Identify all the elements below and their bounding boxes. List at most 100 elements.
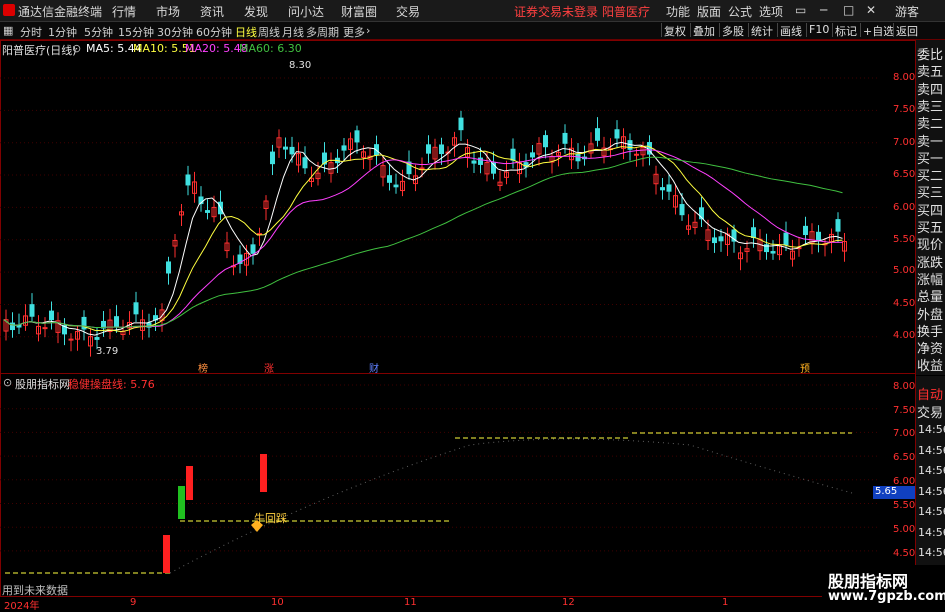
maximize-button[interactable]: □	[843, 3, 854, 17]
menu-item-quotes[interactable]: 行情	[112, 3, 136, 20]
period-more[interactable]: 更多	[343, 24, 365, 40]
menu-item-formula[interactable]: 公式	[728, 3, 752, 20]
candle-body	[562, 132, 568, 144]
quote-field-label: 外盘	[917, 303, 945, 323]
tool-multi-stock[interactable]: 多股	[719, 23, 746, 38]
candle-body	[510, 148, 516, 161]
tool-stats[interactable]: 统计	[748, 23, 775, 38]
tick-time: 14:56	[918, 464, 945, 477]
candle-body	[354, 130, 360, 143]
trade-label[interactable]: 交易	[917, 402, 945, 421]
quote-field-label: 收益	[917, 355, 945, 375]
tick-time: 14:56	[918, 505, 945, 518]
candle-body	[185, 174, 191, 186]
tick-time: 14:56	[918, 443, 945, 457]
menu-item-wealth[interactable]: 财富圈	[341, 3, 377, 20]
x-axis	[0, 596, 915, 610]
period-60min[interactable]: 60分钟	[196, 24, 232, 40]
quote-field-label: 涨幅	[917, 268, 945, 288]
menu-item-layout[interactable]: 版面	[697, 3, 721, 20]
candle-body	[426, 144, 431, 154]
candle-body	[543, 135, 548, 148]
candle-body	[471, 160, 477, 164]
x-tick: 9	[130, 597, 137, 608]
minimize-icon[interactable]: ▭	[795, 3, 806, 17]
tick-time: 14:56	[918, 484, 945, 498]
collapse-icon[interactable]: ⊙	[3, 376, 12, 389]
chevron-right-icon[interactable]: ›	[366, 24, 370, 37]
ma60-label: MA60: 6.30	[239, 42, 302, 55]
period-intraday[interactable]: 分时	[20, 24, 42, 40]
app-title: 通达信金融终端	[18, 5, 103, 19]
quote-field-label: 买二	[917, 165, 945, 185]
menu-item-options[interactable]: 选项	[759, 3, 783, 20]
quote-field-label: 现价	[917, 234, 945, 254]
y-tick: 7.50	[893, 104, 916, 115]
menu-item-discover[interactable]: 发现	[244, 3, 268, 20]
quote-field-label: 卖二	[917, 113, 945, 133]
menu-item-ask[interactable]: 问小达	[288, 3, 324, 20]
y-tick: 7.00	[893, 428, 916, 439]
indicator-chart[interactable]	[0, 373, 915, 596]
x-tick: 11	[404, 597, 417, 608]
x-tick: 2024年	[4, 601, 40, 612]
candle-body	[270, 151, 275, 165]
close-button[interactable]: ✕	[866, 3, 876, 17]
menu-bar: 通达信金融终端 行情 市场 资讯 发现 问小达 财富圈 交易 证券交易未登录 阳…	[0, 0, 945, 22]
chart-title: 阳普医疗(日线)	[2, 44, 77, 57]
tool-draw[interactable]: 画线	[777, 23, 804, 38]
quote-field-label: 换手	[917, 320, 945, 340]
menu-item-news[interactable]: 资讯	[200, 3, 224, 20]
collapse-icon[interactable]: ⊙	[72, 42, 81, 55]
period-5min[interactable]: 5分钟	[84, 24, 113, 40]
candle-body	[29, 304, 35, 317]
tool-back[interactable]: 返回	[893, 23, 920, 38]
candlestick-chart[interactable]	[0, 40, 915, 373]
candle-body	[387, 175, 392, 183]
quote-field-label: 卖五	[917, 61, 945, 81]
tool-mark[interactable]: 标记	[832, 23, 859, 38]
candle-body	[660, 187, 665, 191]
candle-body	[283, 146, 288, 150]
quote-field-label: 卖四	[917, 78, 945, 98]
auto-trade-label[interactable]: 自动	[917, 384, 945, 403]
candle-body	[250, 244, 256, 254]
period-30min[interactable]: 30分钟	[157, 24, 193, 40]
candle-body	[666, 184, 672, 192]
tool-adjust[interactable]: 复权	[661, 23, 688, 38]
menu-item-trade[interactable]: 交易	[396, 3, 420, 20]
guest-label[interactable]: 游客	[895, 3, 919, 20]
toolbar-icon[interactable]: ▦	[3, 24, 13, 37]
tool-overlay[interactable]: 叠加	[690, 23, 717, 38]
y-tick: 6.50	[893, 169, 916, 180]
candle-body	[835, 219, 841, 232]
period-15min[interactable]: 15分钟	[118, 24, 154, 40]
tool-f10[interactable]: F10	[806, 23, 831, 37]
candle-body	[595, 128, 600, 141]
period-weekly[interactable]: 周线	[258, 24, 280, 40]
quote-field-label: 卖三	[917, 95, 945, 115]
signal-bar	[178, 486, 185, 519]
high-price-label: 8.30	[289, 60, 312, 71]
period-daily[interactable]: 日线	[235, 24, 257, 40]
y-tick: 4.50	[893, 548, 916, 559]
minimize-button[interactable]: ─	[820, 3, 827, 17]
period-monthly[interactable]: 月线	[282, 24, 304, 40]
watermark-url: www.7gpzb.com	[828, 589, 945, 604]
x-tick: 1	[722, 597, 729, 608]
candle-body	[712, 237, 717, 244]
period-multi[interactable]: 多周期	[306, 24, 339, 40]
quote-field-label: 买四	[917, 199, 945, 219]
broker-status[interactable]: 证券交易未登录	[514, 3, 598, 20]
tool-add-favorite[interactable]: +自选	[860, 23, 896, 38]
current-value-badge: 5.65	[873, 486, 915, 499]
signal-bar	[163, 535, 170, 573]
candle-body	[530, 152, 535, 158]
menu-item-function[interactable]: 功能	[666, 3, 690, 20]
menu-item-market[interactable]: 市场	[156, 3, 180, 20]
quote-field-label: 买一	[917, 147, 945, 167]
indicator-name[interactable]: 股朋指标网	[15, 376, 70, 392]
signal-bar	[186, 466, 193, 500]
y-tick: 4.00	[893, 330, 916, 341]
period-1min[interactable]: 1分钟	[48, 24, 77, 40]
